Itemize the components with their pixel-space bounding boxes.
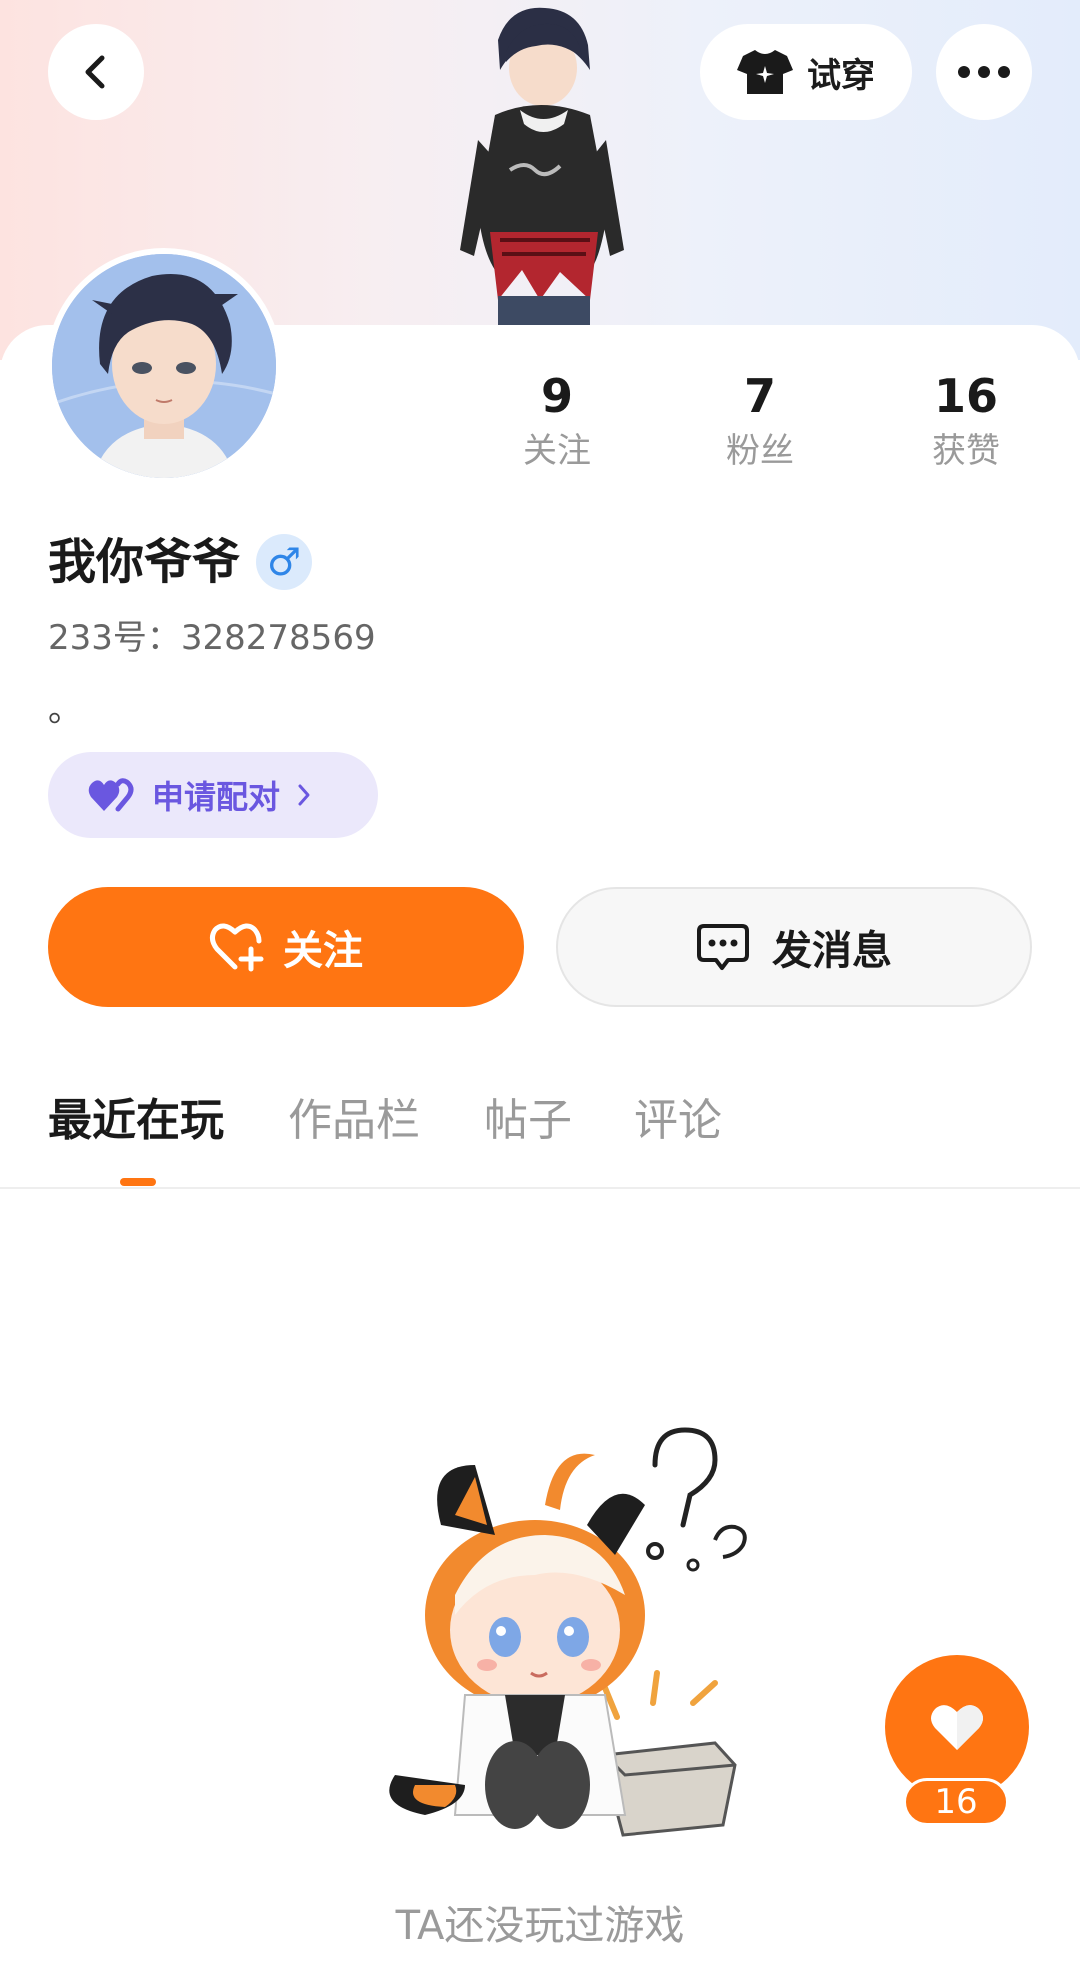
empty-state-text: TA还没玩过游戏	[395, 1903, 685, 1949]
stat-value: 7	[743, 369, 776, 423]
tab-recently-played[interactable]: 最近在玩	[48, 1080, 224, 1162]
tshirt-icon	[737, 50, 793, 94]
user-id: 233号：328278569	[48, 618, 376, 658]
tab-comments[interactable]: 评论	[634, 1080, 722, 1162]
like-count-badge: 16	[903, 1778, 1009, 1826]
chat-bubble-icon	[697, 924, 749, 970]
follow-label: 关注	[283, 928, 363, 974]
stat-likes[interactable]: 16 获赞	[886, 368, 1046, 478]
tab-posts[interactable]: 帖子	[484, 1080, 572, 1162]
profile-page: 试穿 9 关注 7 粉丝 16 获赞 我你爷爷 ♂ 233号：328278569…	[0, 0, 1080, 1971]
active-tab-indicator	[120, 1178, 156, 1186]
avatar-image	[52, 254, 276, 478]
back-button[interactable]	[48, 24, 144, 120]
try-on-button[interactable]: 试穿	[700, 24, 912, 120]
heart-icon	[931, 1705, 983, 1750]
male-gender-icon: ♂	[256, 534, 312, 590]
username: 我你爷爷	[48, 534, 241, 590]
stat-value: 9	[540, 369, 573, 423]
chevron-right-icon	[298, 784, 310, 806]
avatar[interactable]	[46, 248, 282, 484]
stat-label: 获赞	[932, 431, 1000, 471]
empty-state-illustration	[389, 1427, 747, 1837]
profile-tabs: 最近在玩 作品栏 帖子 评论	[0, 1080, 1080, 1188]
send-message-button[interactable]: 发消息	[556, 887, 1032, 1007]
stat-value: 16	[933, 369, 998, 423]
follow-button[interactable]: 关注	[48, 887, 524, 1007]
stat-followers[interactable]: 7 粉丝	[680, 368, 840, 478]
stat-label: 关注	[523, 431, 591, 471]
tab-works[interactable]: 作品栏	[288, 1080, 420, 1162]
try-on-label: 试穿	[807, 55, 875, 96]
stat-following[interactable]: 9 关注	[477, 368, 637, 478]
avatar-3d-character-image	[460, 7, 624, 330]
double-heart-icon	[88, 778, 134, 812]
tabs-divider	[0, 1187, 1080, 1189]
bio: 。	[48, 690, 82, 730]
more-horizontal-icon	[958, 66, 1010, 78]
request-match-button[interactable]: 申请配对	[48, 752, 378, 838]
more-options-button[interactable]	[936, 24, 1032, 120]
send-message-label: 发消息	[772, 928, 892, 974]
stat-label: 粉丝	[726, 431, 794, 471]
heart-plus-icon	[209, 923, 264, 972]
request-match-label: 申请配对	[152, 778, 281, 816]
chevron-left-icon	[85, 55, 105, 89]
